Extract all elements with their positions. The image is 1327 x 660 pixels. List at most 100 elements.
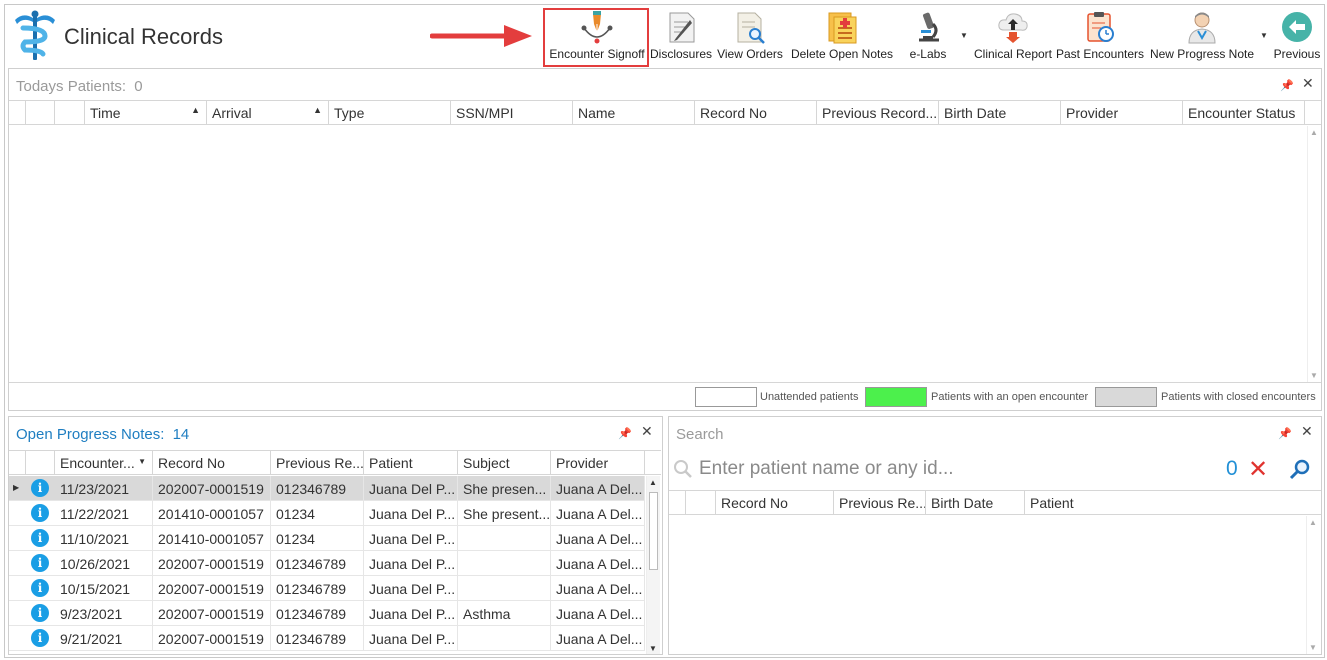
- todays-patients-scrollbar[interactable]: ▲ ▼: [1307, 126, 1321, 382]
- encounter-date-cell: 11/10/2021: [55, 526, 153, 551]
- provider-cell: Juana A Del...: [551, 626, 645, 651]
- pin-icon[interactable]: 📌: [618, 427, 632, 440]
- scroll-up-icon[interactable]: ▲: [1309, 518, 1317, 527]
- encounter-date-cell: 11/23/2021: [55, 476, 153, 501]
- pin-icon[interactable]: 📌: [1280, 79, 1294, 92]
- table-row[interactable]: i 11/10/2021 201410-0001057 01234 Juana Del …: [9, 526, 645, 551]
- close-icon[interactable]: ✕: [1301, 423, 1313, 440]
- row-indicator-column: [669, 491, 686, 515]
- search-bar: 0 ✕: [669, 453, 1321, 487]
- scroll-up-icon[interactable]: ▲: [1310, 128, 1318, 137]
- open-progress-notes-scrollbar[interactable]: ▲ ▼: [646, 476, 660, 654]
- patient-cell: Juana Del P...: [364, 526, 458, 551]
- table-row[interactable]: i 9/21/2021 202007-0001519 012346789 Juana D…: [9, 626, 645, 651]
- column-previous-record[interactable]: Previous Record...: [817, 101, 939, 125]
- previous-button[interactable]: Previous: [1271, 5, 1323, 67]
- previous-record-cell: 012346789: [271, 626, 364, 651]
- column-encounter[interactable]: Encounter... ▼: [55, 451, 153, 475]
- patient-cell: Juana Del P...: [364, 576, 458, 601]
- todays-patients-title-text: Todays Patients:: [16, 78, 127, 95]
- search-scrollbar[interactable]: ▲ ▼: [1306, 516, 1320, 654]
- column-encounter-status[interactable]: Encounter Status: [1183, 101, 1305, 125]
- delete-open-notes-button[interactable]: Delete Open Notes: [787, 5, 897, 67]
- column-ssn-mpi[interactable]: SSN/MPI: [451, 101, 573, 125]
- search-grid-header: Record No Previous Re... Birth Date Pati…: [669, 490, 1321, 515]
- scroll-down-icon[interactable]: ▼: [1310, 371, 1318, 380]
- open-progress-notes-header: Open Progress Notes: 14 📌 ✕: [9, 417, 662, 449]
- new-progress-note-button[interactable]: New Progress Note ▼: [1146, 5, 1268, 67]
- table-row[interactable]: i 10/26/2021 202007-0001519 012346789 Juana …: [9, 551, 645, 576]
- provider-cell: Juana A Del...: [551, 526, 645, 551]
- legend-unattended-swatch: [695, 387, 757, 407]
- previous-record-cell: 012346789: [271, 476, 364, 501]
- column-time[interactable]: Time ▲: [85, 101, 207, 125]
- legend: Unattended patients Patients with an ope…: [9, 382, 1321, 410]
- todays-patients-count: 0: [134, 78, 143, 95]
- icon-column: [686, 491, 716, 515]
- e-labs-dropdown-arrow-icon[interactable]: ▼: [960, 31, 968, 40]
- pin-icon[interactable]: 📌: [1278, 427, 1292, 440]
- subject-cell: She presen...: [458, 476, 551, 501]
- info-icon[interactable]: i: [31, 529, 49, 547]
- column-record-no[interactable]: Record No: [695, 101, 817, 125]
- close-icon[interactable]: ✕: [641, 423, 653, 440]
- table-row[interactable]: i 9/23/2021 202007-0001519 012346789 Juana D…: [9, 601, 645, 626]
- column-provider[interactable]: Provider: [551, 451, 645, 475]
- provider-cell: Juana A Del...: [551, 501, 645, 526]
- info-icon[interactable]: i: [31, 579, 49, 597]
- past-encounters-button[interactable]: Past Encounters: [1055, 5, 1145, 67]
- search-go-icon[interactable]: [1289, 458, 1311, 480]
- delete-notes-icon: [828, 12, 857, 44]
- info-icon[interactable]: i: [31, 479, 49, 497]
- encounter-date-cell: 9/21/2021: [55, 626, 153, 651]
- scroll-down-icon[interactable]: ▼: [649, 644, 657, 653]
- scroll-up-icon[interactable]: ▲: [649, 478, 657, 487]
- column-provider[interactable]: Provider: [1061, 101, 1183, 125]
- subject-cell: Asthma: [458, 601, 551, 626]
- table-row[interactable]: ▶ i 11/23/2021 202007-0001519 012346789 Juana…: [9, 476, 645, 501]
- clear-search-icon[interactable]: ✕: [1248, 455, 1268, 484]
- column-subject[interactable]: Subject: [458, 451, 551, 475]
- info-icon[interactable]: i: [31, 654, 49, 655]
- column-record-no[interactable]: Record No: [153, 451, 271, 475]
- close-icon[interactable]: ✕: [1302, 75, 1314, 92]
- table-row[interactable]: i: [9, 651, 645, 655]
- scroll-thumb[interactable]: [649, 492, 658, 570]
- column-birth-date[interactable]: Birth Date: [926, 491, 1025, 515]
- disclosures-button[interactable]: Disclosures: [649, 5, 713, 67]
- sort-descending-icon: ▼: [138, 457, 146, 466]
- info-icon[interactable]: i: [31, 504, 49, 522]
- search-input[interactable]: [699, 457, 1179, 481]
- app-window: Clinical Records Encounter Signoff Discl…: [4, 4, 1325, 658]
- document-edit-icon: [669, 12, 695, 43]
- scroll-down-icon[interactable]: ▼: [1309, 643, 1317, 652]
- open-progress-notes-count: 14: [172, 426, 190, 443]
- column-type[interactable]: Type: [329, 101, 451, 125]
- column-patient[interactable]: Patient: [364, 451, 458, 475]
- column-birth-date[interactable]: Birth Date: [939, 101, 1061, 125]
- column-previous-record[interactable]: Previous Re...: [271, 451, 364, 475]
- table-row[interactable]: i 10/15/2021 202007-0001519 012346789 Juana …: [9, 576, 645, 601]
- info-icon[interactable]: i: [31, 554, 49, 572]
- new-progress-note-dropdown-arrow-icon[interactable]: ▼: [1260, 31, 1268, 40]
- column-name[interactable]: Name: [573, 101, 695, 125]
- flag-column: [55, 101, 85, 125]
- previous-record-cell: 01234: [271, 526, 364, 551]
- view-orders-button[interactable]: View Orders: [715, 5, 785, 67]
- table-row[interactable]: i 11/22/2021 201410-0001057 01234 Juana Del …: [9, 501, 645, 526]
- delete-open-notes-label: Delete Open Notes: [790, 47, 894, 61]
- open-progress-notes-panel: Open Progress Notes: 14 📌 ✕ Encounter...…: [8, 416, 663, 655]
- current-row-indicator-icon: ▶: [13, 483, 20, 492]
- todays-patients-title: Todays Patients: 0: [16, 78, 143, 95]
- previous-record-cell: 012346789: [271, 576, 364, 601]
- info-icon[interactable]: i: [31, 604, 49, 622]
- row-indicator-column: [9, 451, 26, 475]
- column-arrival[interactable]: Arrival ▲: [207, 101, 329, 125]
- e-labs-button[interactable]: e-Labs ▼: [898, 5, 968, 67]
- column-patient[interactable]: Patient: [1025, 491, 1321, 515]
- column-record-no[interactable]: Record No: [716, 491, 834, 515]
- clinical-report-button[interactable]: Clinical Report: [971, 5, 1055, 67]
- column-previous-record[interactable]: Previous Re...: [834, 491, 926, 515]
- info-icon[interactable]: i: [31, 629, 49, 647]
- patient-cell: Juana Del P...: [364, 626, 458, 651]
